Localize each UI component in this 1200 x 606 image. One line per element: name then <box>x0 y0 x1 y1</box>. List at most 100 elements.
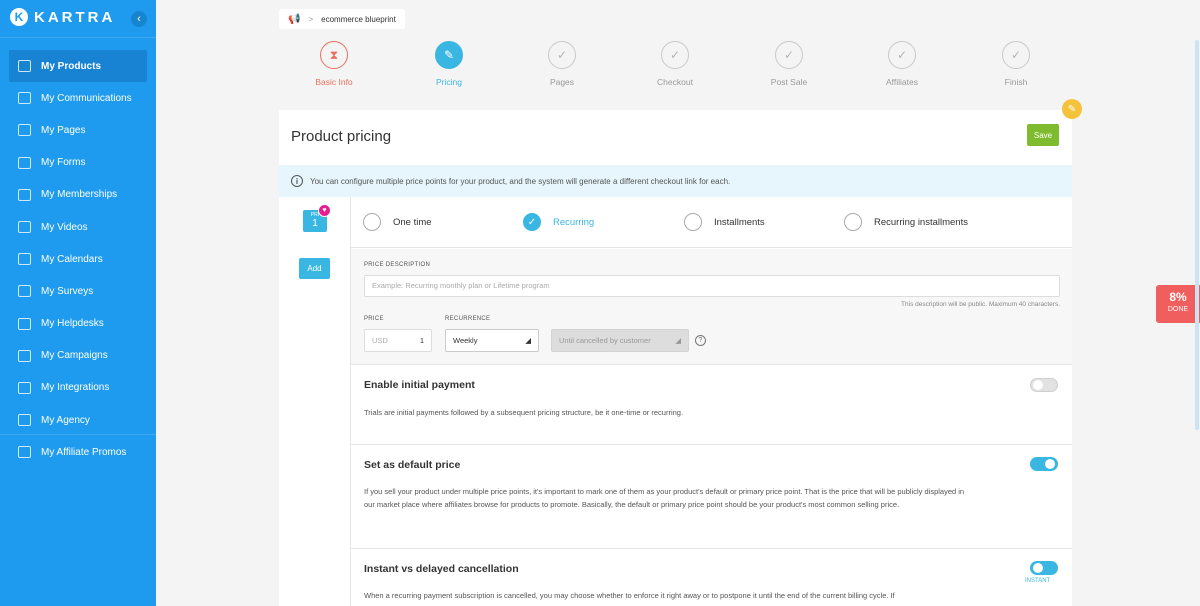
check-icon: ✓ <box>548 41 576 69</box>
cancellation-toggle[interactable] <box>1030 561 1058 575</box>
type-recurring[interactable]: ✓ Recurring <box>523 213 594 231</box>
sitemap-icon <box>18 349 31 362</box>
chevron-left-icon[interactable]: ‹ <box>131 11 147 27</box>
sidebar-item-label: My Communications <box>41 92 132 104</box>
info-text: You can configure multiple price points … <box>310 176 731 186</box>
check-icon: ✓ <box>523 213 541 231</box>
sidebar-item-my-calendars[interactable]: My Calendars <box>0 243 156 275</box>
sidebar-item-my-affiliate-promos[interactable]: My Affiliate Promos <box>0 436 156 468</box>
section-description: If you sell your product under multiple … <box>364 487 965 509</box>
heart-icon: ♥ <box>318 204 331 217</box>
currency-label: USD <box>372 336 388 345</box>
step-checkout[interactable]: ✓ Checkout <box>640 41 710 87</box>
sidebar: K KARTRA ‹ My Products My Communications… <box>0 0 156 606</box>
save-button[interactable]: Save <box>1027 124 1059 146</box>
default-price-toggle[interactable] <box>1030 457 1058 471</box>
duration-value: Until cancelled by customer <box>559 336 651 345</box>
step-post-sale[interactable]: ✓ Post Sale <box>754 41 824 87</box>
calendar-icon <box>18 253 31 266</box>
sidebar-item-label: My Products <box>41 60 102 72</box>
members-icon <box>18 188 31 201</box>
radio-icon <box>844 213 862 231</box>
price-point-list: PRI 1 ♥ Add <box>279 197 351 606</box>
add-price-point-button[interactable]: Add <box>299 258 330 279</box>
sidebar-item-label: My Videos <box>41 221 88 233</box>
recurrence-select[interactable]: Weekly ◢ <box>445 329 539 352</box>
sidebar-item-my-helpdesks[interactable]: My Helpdesks <box>0 308 156 340</box>
sidebar-item-my-videos[interactable]: My Videos <box>0 211 156 243</box>
help-icon[interactable]: ? <box>695 335 706 346</box>
step-label: Affiliates <box>886 77 918 87</box>
sidebar-item-label: My Forms <box>41 157 86 169</box>
sidebar-item-my-communications[interactable]: My Communications <box>0 82 156 114</box>
step-label: Pricing <box>436 77 462 87</box>
step-label: Finish <box>1004 77 1028 87</box>
section-title: Instant vs delayed cancellation <box>364 563 519 575</box>
megaphone-icon[interactable]: 📢 <box>288 14 300 25</box>
price-description-label: PRICE DESCRIPTION <box>364 262 431 268</box>
toggle-knob <box>1033 380 1043 390</box>
sidebar-item-my-campaigns[interactable]: My Campaigns <box>0 340 156 372</box>
price-input[interactable]: USD 1 <box>364 329 432 352</box>
toggle-knob <box>1033 563 1043 573</box>
people-icon <box>18 92 31 105</box>
megaphone-icon <box>18 60 31 73</box>
section-initial-payment: Enable initial payment Trials are initia… <box>351 366 1072 445</box>
step-affiliates[interactable]: ✓ Affiliates <box>867 41 937 87</box>
breadcrumb-current[interactable]: ecommerce blueprint <box>321 15 396 24</box>
duration-select[interactable]: Until cancelled by customer ◢ <box>551 329 689 352</box>
progress-badge[interactable]: 8% DONE <box>1156 285 1200 323</box>
check-icon: ✓ <box>1002 41 1030 69</box>
sidebar-item-my-products[interactable]: My Products <box>9 50 147 83</box>
price-description-input[interactable]: Example: Recurring monthly plan or Lifet… <box>364 275 1060 297</box>
step-label: Basic Info <box>315 77 353 87</box>
headset-icon <box>18 317 31 330</box>
type-installments[interactable]: Installments <box>684 213 765 231</box>
sidebar-item-my-agency[interactable]: My Agency <box>0 404 156 436</box>
kartra-logo[interactable]: K KARTRA <box>10 8 115 26</box>
check-icon: ✓ <box>888 41 916 69</box>
step-pricing[interactable]: ✎ Pricing <box>414 41 484 87</box>
sidebar-item-label: My Memberships <box>41 189 118 201</box>
sidebar-item-label: My Pages <box>41 124 86 136</box>
type-label: Recurring installments <box>874 216 968 228</box>
section-title: Enable initial payment <box>364 379 475 391</box>
initial-payment-toggle[interactable] <box>1030 378 1058 392</box>
info-icon: i <box>291 175 303 187</box>
sidebar-item-my-pages[interactable]: My Pages <box>0 114 156 146</box>
type-label: Installments <box>714 216 765 228</box>
step-label: Post Sale <box>770 77 808 87</box>
step-label: Pages <box>549 77 575 87</box>
dropdown-arrow-icon: ◢ <box>525 336 531 345</box>
price-point-number: 1 <box>312 218 318 229</box>
video-icon <box>18 221 31 234</box>
sidebar-divider <box>0 434 156 435</box>
pencil-icon[interactable]: ✎ <box>1062 99 1082 119</box>
sidebar-item-label: My Affiliate Promos <box>41 446 127 458</box>
type-label: One time <box>393 216 432 228</box>
checkbox-icon <box>18 285 31 298</box>
page-scrollbar[interactable] <box>1195 40 1199 430</box>
breadcrumb: 📢 > ecommerce blueprint <box>279 9 405 29</box>
section-description: When a recurring payment subscription is… <box>364 591 895 600</box>
radio-icon <box>363 213 381 231</box>
section-description: Trials are initial payments followed by … <box>364 408 684 417</box>
recurrence-value: Weekly <box>453 336 478 345</box>
sidebar-item-my-integrations[interactable]: My Integrations <box>0 372 156 404</box>
step-finish[interactable]: ✓ Finish <box>981 41 1051 87</box>
price-value: 1 <box>419 336 424 345</box>
sidebar-item-my-surveys[interactable]: My Surveys <box>0 275 156 307</box>
step-pages[interactable]: ✓ Pages <box>527 41 597 87</box>
dropdown-arrow-icon: ◢ <box>675 336 681 345</box>
sidebar-nav: My Products My Communications My Pages M… <box>0 50 156 468</box>
sidebar-item-my-forms[interactable]: My Forms <box>0 147 156 179</box>
pages-icon <box>18 124 31 137</box>
type-one-time[interactable]: One time <box>363 213 432 231</box>
progress-percent: 8% <box>1169 290 1187 304</box>
type-recurring-installments[interactable]: Recurring installments <box>844 213 968 231</box>
section-cancellation: Instant vs delayed cancellation When a r… <box>351 549 1072 606</box>
step-basic-info[interactable]: ⧗ Basic Info <box>299 41 369 87</box>
check-icon: ✓ <box>775 41 803 69</box>
sidebar-item-my-memberships[interactable]: My Memberships <box>0 179 156 211</box>
page-title: Product pricing <box>291 128 392 145</box>
